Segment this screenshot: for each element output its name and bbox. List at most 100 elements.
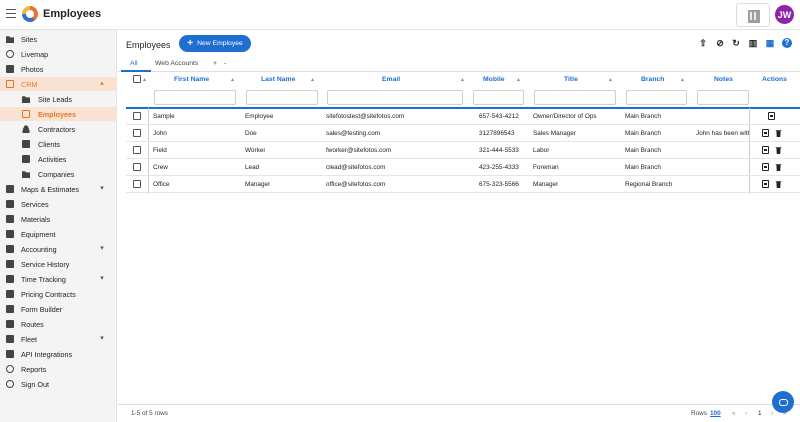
table-row[interactable]: Sample Employee sitefotostest@sitefotos.co… (126, 108, 800, 125)
sidebar-item-companies[interactable]: Companies (0, 167, 117, 181)
sidebar-item-crm[interactable]: CRM ▴ (0, 77, 117, 91)
chevron-down-icon[interactable]: ▾ (98, 185, 106, 193)
columns-icon[interactable]: ▥ (748, 38, 758, 48)
sort-icon[interactable]: ▲ (142, 77, 147, 83)
clear-filter-icon[interactable]: ⊘ (715, 38, 725, 48)
delete-icon[interactable] (775, 147, 782, 154)
sidebar-item-accounting[interactable]: Accounting ▾ (0, 242, 117, 256)
sort-icon[interactable]: ▲ (680, 77, 685, 83)
sort-icon[interactable]: ▲ (516, 77, 521, 83)
page-title: Employees (126, 40, 171, 50)
edit-icon[interactable] (762, 163, 769, 171)
edit-icon[interactable] (762, 129, 769, 137)
delete-icon[interactable] (775, 164, 782, 171)
building-icon (748, 10, 760, 23)
sidebar-item-sites[interactable]: Sites (0, 32, 117, 46)
column-header-mobile[interactable]: Mobile (483, 76, 505, 83)
edit-icon[interactable] (762, 146, 769, 154)
delete-icon[interactable] (775, 130, 782, 137)
first-name-filter-input[interactable] (154, 90, 236, 105)
help-icon[interactable]: ? (782, 38, 792, 48)
refresh-icon[interactable]: ↻ (731, 38, 741, 48)
chevron-down-icon[interactable]: ▾ (98, 245, 106, 253)
branch-filter-input[interactable] (626, 90, 687, 105)
sidebar-item-routes[interactable]: Routes (0, 317, 117, 331)
last-name-filter-input[interactable] (246, 90, 318, 105)
column-header-title[interactable]: Title (564, 76, 578, 83)
table-row[interactable]: John Doe sales@testing.com 3127896543 Sales … (126, 125, 800, 142)
sidebar-item-materials[interactable]: Materials (0, 212, 117, 226)
chat-button[interactable] (772, 391, 794, 413)
upload-icon[interactable]: ⇧ (698, 38, 708, 48)
sort-icon[interactable]: ▲ (310, 77, 315, 83)
column-header-first-name[interactable]: First Name (174, 76, 209, 83)
edit-icon[interactable] (762, 180, 769, 188)
row-checkbox[interactable] (133, 112, 141, 120)
cell-last: Lead (245, 164, 260, 171)
hamburger-menu-icon[interactable] (6, 9, 16, 19)
tab-web-accounts[interactable]: Web Accounts (155, 60, 198, 67)
title-filter-input[interactable] (534, 90, 616, 105)
table-row[interactable]: Field Worker fworker@sitefotos.com 321-444-… (126, 142, 800, 159)
column-header-branch[interactable]: Branch (641, 76, 664, 83)
column-header-notes[interactable]: Notes (714, 76, 733, 83)
sort-icon[interactable]: ▲ (608, 77, 613, 83)
new-employee-button[interactable]: + New Employee (179, 35, 251, 52)
sidebar-item-clients[interactable]: Clients (0, 137, 117, 151)
tab-all[interactable]: All (130, 60, 138, 67)
chevron-up-icon[interactable]: ▴ (98, 80, 106, 88)
select-all-checkbox[interactable] (133, 75, 141, 83)
active-tab-indicator (121, 70, 151, 72)
sort-icon[interactable]: ▲ (230, 77, 235, 83)
table-row[interactable]: Office Manager office@sitefotos.com 675-323… (126, 176, 800, 193)
sidebar-item-maps-estimates[interactable]: Maps & Estimates ▾ (0, 182, 117, 196)
building-switcher-button[interactable] (736, 3, 770, 27)
layout-icon[interactable]: ▦ (765, 38, 775, 48)
sidebar-item-livemap[interactable]: Livemap (0, 47, 117, 61)
sidebar-item-equipment[interactable]: Equipment (0, 227, 117, 241)
sidebar-item-pricing-contracts[interactable]: Pricing Contracts (0, 287, 117, 301)
column-header-email[interactable]: Email (382, 76, 400, 83)
row-checkbox[interactable] (133, 180, 141, 188)
sidebar-item-time-tracking[interactable]: Time Tracking ▾ (0, 272, 117, 286)
cell-branch: Main Branch (625, 147, 661, 154)
next-page-icon[interactable]: › (771, 410, 773, 417)
cell-mobile: 423-255-4333 (479, 164, 519, 171)
mobile-filter-input[interactable] (473, 90, 524, 105)
notes-filter-input[interactable] (697, 90, 749, 105)
sidebar-item-activities[interactable]: Activities (0, 152, 117, 166)
row-checkbox[interactable] (133, 163, 141, 171)
sidebar-item-form-builder[interactable]: Form Builder (0, 302, 117, 316)
row-checkbox[interactable] (133, 146, 141, 154)
edit-icon[interactable] (768, 112, 775, 120)
row-checkbox[interactable] (133, 129, 141, 137)
first-page-icon[interactable]: « (732, 410, 736, 417)
chevron-down-icon[interactable]: ▾ (98, 275, 106, 283)
delete-icon[interactable] (775, 181, 782, 188)
sidebar-item-service-history[interactable]: Service History (0, 257, 117, 271)
cell-first: Office (153, 181, 170, 188)
sidebar-item-services[interactable]: Services (0, 197, 117, 211)
sidebar-item-photos[interactable]: Photos (0, 62, 117, 76)
current-page: 1 (758, 410, 762, 417)
cell-branch: Main Branch (625, 164, 661, 171)
sidebar-item-reports[interactable]: Reports (0, 362, 117, 376)
cell-mobile: 3127896543 (479, 130, 515, 137)
table-row[interactable]: Crew Lead clead@sitefotos.com 423-255-4333 F… (126, 159, 800, 176)
rows-per-page-select[interactable]: 100 (710, 410, 721, 417)
sidebar-item-fleet[interactable]: Fleet ▾ (0, 332, 117, 346)
cell-last: Manager (245, 181, 271, 188)
avatar[interactable]: JW (775, 5, 794, 24)
sidebar-item-employees[interactable]: Employees (0, 107, 117, 121)
sidebar-item-sign-out[interactable]: Sign Out (0, 377, 117, 391)
prev-page-icon[interactable]: ‹ (745, 410, 747, 417)
sidebar-item-api-integrations[interactable]: API Integrations (0, 347, 117, 361)
column-header-last-name[interactable]: Last Name (261, 76, 295, 83)
sidebar-item-contractors[interactable]: Contractors (0, 122, 117, 136)
sidebar-item-site-leads[interactable]: Site Leads (0, 92, 117, 106)
email-filter-input[interactable] (327, 90, 463, 105)
chevron-down-icon[interactable]: ▾ (98, 335, 106, 343)
remove-tab-button[interactable]: - (224, 60, 226, 67)
add-tab-button[interactable]: + (213, 60, 217, 67)
sort-icon[interactable]: ▲ (460, 77, 465, 83)
